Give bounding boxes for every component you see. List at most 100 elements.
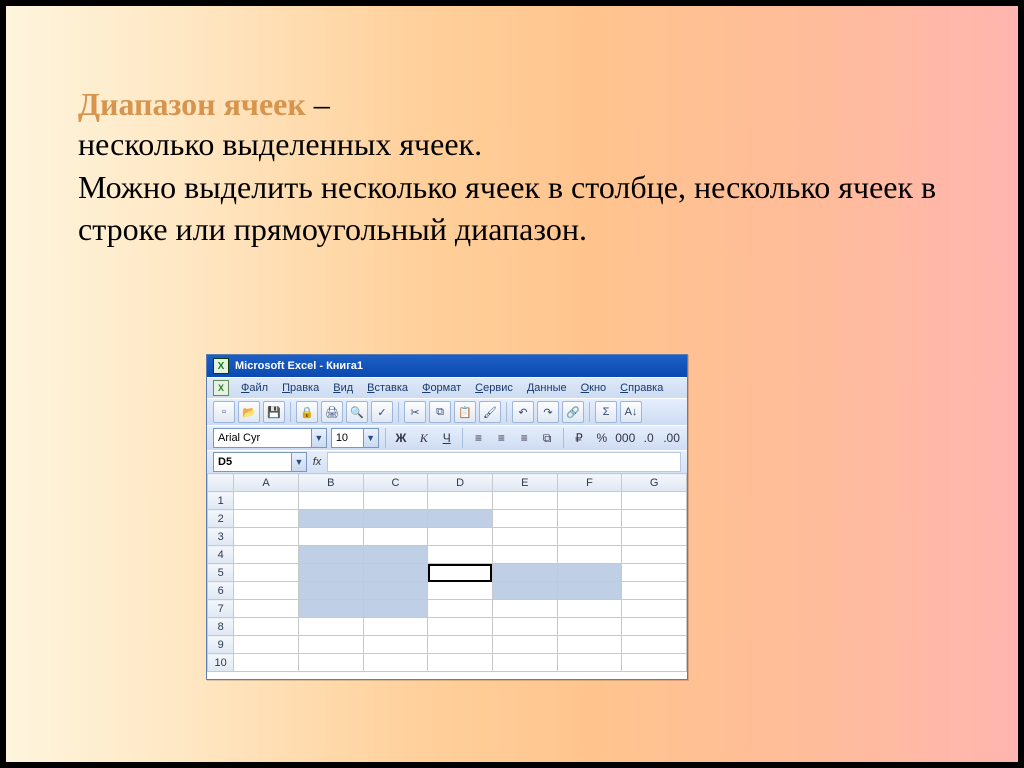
cell[interactable] <box>363 600 428 618</box>
bold-button[interactable]: Ж <box>392 428 411 448</box>
cell[interactable] <box>622 600 687 618</box>
cell[interactable] <box>492 528 557 546</box>
cell[interactable] <box>428 492 493 510</box>
save-icon[interactable]: 💾 <box>263 401 285 423</box>
cell[interactable] <box>298 600 363 618</box>
cell[interactable] <box>492 510 557 528</box>
cell[interactable] <box>557 618 622 636</box>
cell[interactable] <box>234 546 299 564</box>
undo-icon[interactable]: ↶ <box>512 401 534 423</box>
cell[interactable] <box>622 582 687 600</box>
cell[interactable] <box>492 546 557 564</box>
sort-asc-icon[interactable]: A↓ <box>620 401 642 423</box>
cell[interactable] <box>557 528 622 546</box>
redo-icon[interactable]: ↷ <box>537 401 559 423</box>
copy-icon[interactable]: ⧉ <box>429 401 451 423</box>
excel-titlebar[interactable]: X Microsoft Excel - Книга1 <box>207 355 687 377</box>
cell[interactable] <box>428 618 493 636</box>
column-header[interactable]: F <box>557 474 622 492</box>
formula-input[interactable] <box>327 452 681 472</box>
increase-decimal-icon[interactable]: .0 <box>639 428 658 448</box>
menu-item[interactable]: Данные <box>521 380 573 396</box>
cell[interactable] <box>234 654 299 672</box>
cut-icon[interactable]: ✂ <box>404 401 426 423</box>
cell[interactable] <box>298 654 363 672</box>
print-icon[interactable]: 🖨 <box>321 401 343 423</box>
column-header[interactable]: C <box>363 474 428 492</box>
cell[interactable] <box>622 636 687 654</box>
menu-item[interactable]: Файл <box>235 380 274 396</box>
cell[interactable] <box>298 528 363 546</box>
cell[interactable] <box>428 582 493 600</box>
row-header[interactable]: 9 <box>208 636 234 654</box>
cell[interactable] <box>428 546 493 564</box>
align-left-icon[interactable]: ≡ <box>469 428 488 448</box>
cell[interactable] <box>492 582 557 600</box>
cell[interactable] <box>234 600 299 618</box>
row-header[interactable]: 1 <box>208 492 234 510</box>
menu-item[interactable]: Справка <box>614 380 669 396</box>
cell[interactable] <box>234 510 299 528</box>
cell[interactable] <box>557 582 622 600</box>
cell[interactable] <box>557 564 622 582</box>
row-header[interactable]: 5 <box>208 564 234 582</box>
font-name-combo[interactable]: Arial Cyr ▼ <box>213 428 327 448</box>
cell[interactable] <box>428 600 493 618</box>
cell[interactable] <box>363 636 428 654</box>
chevron-down-icon[interactable]: ▼ <box>291 453 306 471</box>
cell[interactable] <box>557 546 622 564</box>
align-center-icon[interactable]: ≡ <box>492 428 511 448</box>
preview-icon[interactable]: 🔍 <box>346 401 368 423</box>
cell[interactable] <box>363 654 428 672</box>
fx-icon[interactable]: fx <box>307 456 327 468</box>
column-header[interactable]: B <box>298 474 363 492</box>
cell[interactable] <box>298 564 363 582</box>
thousands-icon[interactable]: 000 <box>615 428 635 448</box>
row-header[interactable]: 7 <box>208 600 234 618</box>
column-header[interactable]: D <box>428 474 493 492</box>
cell[interactable] <box>492 636 557 654</box>
fmtpaint-icon[interactable]: 🖌 <box>479 401 501 423</box>
column-header[interactable]: G <box>622 474 687 492</box>
merge-cells-icon[interactable]: ⧉ <box>538 428 557 448</box>
cell[interactable] <box>428 636 493 654</box>
cell[interactable] <box>492 492 557 510</box>
cell[interactable] <box>557 492 622 510</box>
cell[interactable] <box>428 654 493 672</box>
paste-icon[interactable]: 📋 <box>454 401 476 423</box>
cell[interactable] <box>492 618 557 636</box>
cell[interactable] <box>557 510 622 528</box>
cell[interactable] <box>492 564 557 582</box>
cell[interactable] <box>622 492 687 510</box>
chevron-down-icon[interactable]: ▼ <box>311 429 326 447</box>
row-header[interactable]: 2 <box>208 510 234 528</box>
cell[interactable] <box>363 582 428 600</box>
cell[interactable] <box>234 582 299 600</box>
cell[interactable] <box>363 618 428 636</box>
sum-icon[interactable]: Σ <box>595 401 617 423</box>
cell[interactable] <box>428 564 493 582</box>
cell[interactable] <box>363 528 428 546</box>
cell[interactable] <box>363 564 428 582</box>
cell[interactable] <box>492 654 557 672</box>
menu-item[interactable]: Правка <box>276 380 325 396</box>
chevron-down-icon[interactable]: ▼ <box>363 429 378 447</box>
font-size-combo[interactable]: 10 ▼ <box>331 428 379 448</box>
select-all-corner[interactable] <box>208 474 234 492</box>
menu-item[interactable]: Формат <box>416 380 467 396</box>
cell[interactable] <box>298 546 363 564</box>
menu-item[interactable]: Окно <box>575 380 613 396</box>
link-icon[interactable]: 🔗 <box>562 401 584 423</box>
menu-item[interactable]: Вставка <box>361 380 414 396</box>
cell[interactable] <box>428 510 493 528</box>
percent-icon[interactable]: % <box>592 428 611 448</box>
decrease-decimal-icon[interactable]: .00 <box>662 428 681 448</box>
row-header[interactable]: 6 <box>208 582 234 600</box>
cell[interactable] <box>622 528 687 546</box>
cell[interactable] <box>298 510 363 528</box>
spreadsheet-table[interactable]: ABCDEFG 12345678910 <box>207 473 687 672</box>
cell[interactable] <box>622 654 687 672</box>
currency-icon[interactable]: ₽ <box>570 428 589 448</box>
cell[interactable] <box>492 600 557 618</box>
row-header[interactable]: 8 <box>208 618 234 636</box>
